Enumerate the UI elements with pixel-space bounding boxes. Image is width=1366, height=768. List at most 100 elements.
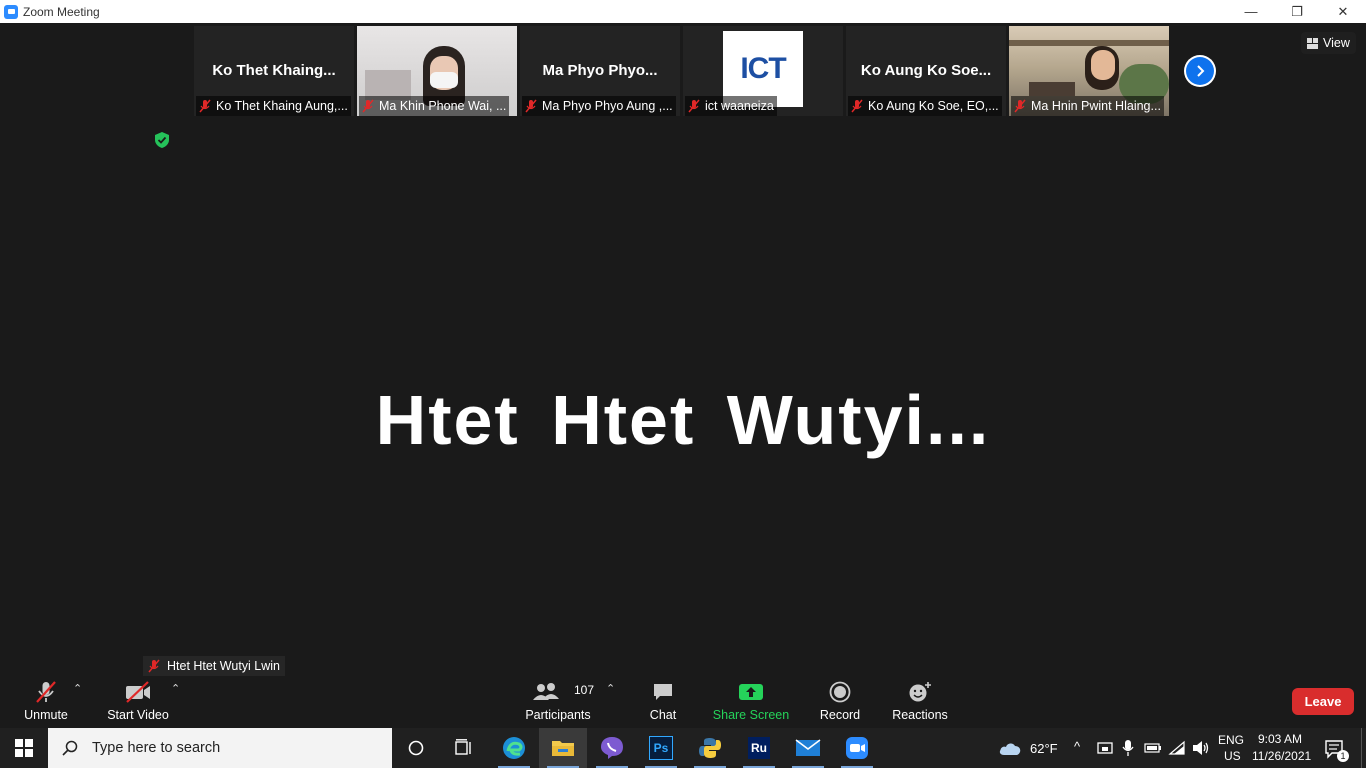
reactions-button[interactable]: Reactions <box>892 676 948 728</box>
participant-display-name: Ko Aung Ko Soe... <box>860 62 992 79</box>
zoom-icon <box>846 737 868 759</box>
cloud-weather-icon[interactable] <box>998 739 1022 757</box>
next-page-button[interactable] <box>1184 55 1216 87</box>
taskbar-app-mail[interactable] <box>784 728 832 768</box>
participant-label: Ko Thet Khaing Aung,... <box>196 96 351 116</box>
participants-caret-icon[interactable]: ⌃ <box>606 682 615 695</box>
minimize-button[interactable]: — <box>1228 0 1274 23</box>
weather-temperature[interactable]: 62°F <box>1030 741 1058 756</box>
wifi-icon[interactable] <box>1168 740 1186 756</box>
taskbar-app-file-explorer[interactable] <box>539 728 587 768</box>
video-off-icon <box>124 676 152 708</box>
participant-display-name: Ko Thet Khaing... <box>212 62 336 79</box>
participant-display-name: Ma Phyo Phyo... <box>542 62 658 79</box>
chat-label: Chat <box>649 708 677 722</box>
audio-options-caret-icon[interactable]: ⌃ <box>73 682 82 695</box>
chat-button[interactable]: Chat <box>645 676 681 728</box>
active-speaker-name: Htet Htet Wutyi... <box>375 381 991 459</box>
taskbar-search-box[interactable]: Type here to search <box>48 728 392 768</box>
network-status-icon[interactable] <box>1097 740 1113 756</box>
taskbar-app-viber[interactable] <box>588 728 636 768</box>
search-placeholder: Type here to search <box>92 740 221 756</box>
close-button[interactable]: ✕ <box>1320 0 1366 23</box>
start-video-button[interactable]: Start Video <box>106 676 170 728</box>
view-button[interactable]: View <box>1301 32 1356 54</box>
participant-tile[interactable]: Ko Thet Khaing... Ko Thet Khaing Aung,..… <box>194 26 354 116</box>
encryption-shield-icon[interactable] <box>153 131 171 149</box>
reactions-label: Reactions <box>892 708 948 722</box>
start-video-label: Start Video <box>107 708 169 722</box>
windows-taskbar: Type here to search Ps Ru 62°F ^ ENG US … <box>0 728 1366 768</box>
taskbar-app-ru[interactable]: Ru <box>735 728 783 768</box>
participant-name: Ko Aung Ko Soe, EO,... <box>868 99 999 113</box>
clock-time[interactable]: 9:03 AM <box>1258 732 1302 746</box>
taskbar-app-zoom[interactable] <box>833 728 881 768</box>
participant-tile[interactable]: Ma Khin Phone Wai, ... <box>357 26 517 116</box>
mic-muted-icon <box>688 99 700 113</box>
zoom-window: Zoom Meeting — ❐ ✕ Ko Thet Khaing... Ko … <box>0 0 1366 768</box>
participant-tile[interactable]: Ko Aung Ko Soe... Ko Aung Ko Soe, EO,... <box>846 26 1006 116</box>
video-options-caret-icon[interactable]: ⌃ <box>171 682 180 695</box>
participant-label: Ko Aung Ko Soe, EO,... <box>848 96 1002 116</box>
cortana-button[interactable] <box>392 728 440 768</box>
start-button[interactable] <box>0 728 48 768</box>
window-controls: — ❐ ✕ <box>1228 0 1366 23</box>
participant-count: 107 <box>574 683 595 697</box>
clock-date[interactable]: 11/26/2021 <box>1252 749 1311 763</box>
record-label: Record <box>819 708 861 722</box>
share-screen-button[interactable]: Share Screen <box>713 676 789 728</box>
task-view-button[interactable] <box>440 728 488 768</box>
language-region[interactable]: US <box>1224 749 1241 763</box>
chevron-right-icon <box>1186 57 1214 85</box>
unmute-label: Unmute <box>24 708 68 722</box>
participant-name: ict waaneiza <box>705 99 774 113</box>
participant-tile[interactable]: Ma Phyo Phyo... Ma Phyo Phyo Aung ,... <box>520 26 680 116</box>
windows-logo-icon <box>15 739 33 757</box>
active-speaker-label: Htet Htet Wutyi Lwin <box>143 656 286 676</box>
window-title: Zoom Meeting <box>23 4 100 19</box>
python-icon <box>699 738 721 758</box>
chat-icon <box>651 676 675 708</box>
record-icon <box>829 676 851 708</box>
record-button[interactable]: Record <box>818 676 862 728</box>
participant-name: Ma Hnin Pwint Hlaing... <box>1031 99 1161 113</box>
microphone-tray-icon[interactable] <box>1121 739 1135 757</box>
participant-label: Ma Khin Phone Wai, ... <box>359 96 510 116</box>
mic-muted-icon <box>148 659 160 673</box>
photoshop-icon: Ps <box>649 736 673 760</box>
smiley-plus-icon <box>908 676 932 708</box>
participant-name: Ma Khin Phone Wai, ... <box>379 99 507 113</box>
taskbar-app-edge[interactable] <box>490 728 538 768</box>
viber-icon <box>601 737 623 759</box>
battery-icon[interactable] <box>1144 741 1162 755</box>
grid-view-icon <box>1307 37 1318 49</box>
tray-overflow-chevron-icon[interactable]: ^ <box>1074 739 1080 754</box>
taskbar-app-python[interactable] <box>686 728 734 768</box>
folder-icon <box>552 741 574 756</box>
mic-muted-icon <box>362 99 374 113</box>
mic-muted-icon <box>1014 99 1026 113</box>
unmute-button[interactable]: Unmute <box>22 676 70 728</box>
participant-name: Ma Phyo Phyo Aung ,... <box>542 99 673 113</box>
mic-muted-icon <box>33 676 59 708</box>
leave-button[interactable]: Leave <box>1292 688 1354 715</box>
taskbar-app-photoshop[interactable]: Ps <box>637 728 685 768</box>
language-code[interactable]: ENG <box>1218 733 1244 747</box>
participant-label: Ma Phyo Phyo Aung ,... <box>522 96 676 116</box>
mail-icon <box>795 739 821 756</box>
notification-count-badge: 1 <box>1337 750 1349 762</box>
volume-icon[interactable] <box>1192 740 1210 756</box>
mic-muted-icon <box>199 99 211 113</box>
zoom-app-icon <box>4 4 18 19</box>
participant-tile[interactable]: ICT ict waaneiza <box>683 26 843 116</box>
participant-tile[interactable]: Ma Hnin Pwint Hlaing... <box>1009 26 1169 116</box>
mic-muted-icon <box>851 99 863 113</box>
show-desktop-button[interactable] <box>1361 728 1362 768</box>
view-label: View <box>1323 36 1350 50</box>
participants-label: Participants <box>525 708 591 722</box>
participant-label: Ma Hnin Pwint Hlaing... <box>1011 96 1164 116</box>
active-speaker-full-name: Htet Htet Wutyi Lwin <box>167 659 281 673</box>
meeting-toolbar: Unmute ⌃ Start Video ⌃ Participants 107 … <box>0 676 1366 728</box>
gallery-strip: Ko Thet Khaing... Ko Thet Khaing Aung,..… <box>194 26 1169 116</box>
restore-button[interactable]: ❐ <box>1274 0 1320 23</box>
